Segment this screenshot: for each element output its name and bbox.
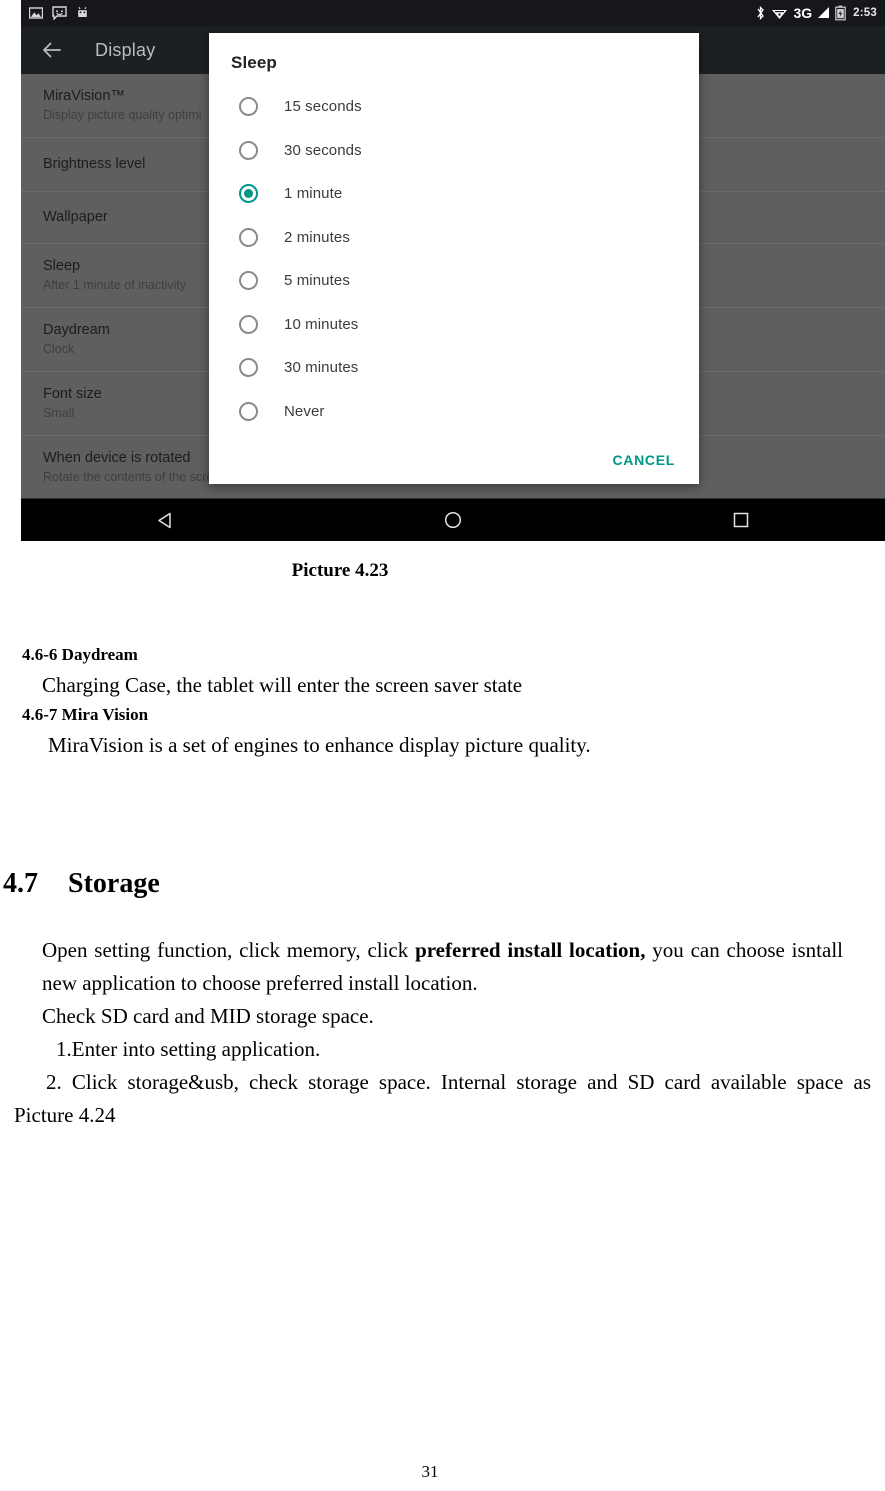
radio-button-icon[interactable] [239, 140, 258, 160]
image-icon [29, 7, 43, 19]
paragraph-storage-step-1: 1.Enter into setting application. [56, 1037, 321, 1061]
battery-icon [835, 5, 846, 21]
paragraph-mira-vision: MiraVision is a set of engines to enhanc… [48, 733, 591, 757]
android-robot-icon [78, 6, 87, 17]
paragraph-storage-bold-term: preferred install location, [415, 938, 646, 962]
status-bar-clock: 2:53 [853, 7, 877, 19]
radio-button-icon[interactable] [239, 314, 258, 334]
status-bar-notification-icons [29, 6, 89, 20]
radio-button-icon[interactable] [239, 358, 258, 378]
status-bar-system-icons: 3G 2:53 [755, 5, 877, 21]
nav-back-button[interactable] [148, 505, 182, 535]
radio-option-label: 30 minutes [284, 359, 359, 377]
navigation-bar [21, 498, 885, 541]
radio-option-30-minutes[interactable]: 30 minutes [231, 346, 677, 390]
radio-option-2-minutes[interactable]: 2 minutes [231, 216, 677, 260]
paragraph-storage-intro: Open setting function, click memory, cli… [42, 934, 843, 1000]
heading-storage-number: 4.7 [3, 868, 38, 899]
sleep-dialog: Sleep 15 seconds 30 seconds 1 minute 2 m… [209, 33, 699, 484]
radio-option-30-seconds[interactable]: 30 seconds [231, 129, 677, 173]
paragraph-storage-check: Check SD card and MID storage space. [42, 1004, 374, 1028]
nav-recents-square-icon [733, 512, 749, 528]
figure-caption: Picture 4.23 [291, 560, 389, 581]
radio-option-label: 15 seconds [284, 98, 362, 116]
message-icon [52, 6, 67, 20]
radio-option-label: 5 minutes [284, 272, 350, 290]
nav-back-triangle-icon [158, 512, 171, 528]
radio-button-icon[interactable] [239, 97, 258, 117]
heading-daydream: 4.6-6 Daydream [22, 645, 138, 664]
heading-mira-vision: 4.6-7 Mira Vision [22, 705, 149, 724]
bluetooth-icon [757, 5, 765, 21]
radio-option-1-minute[interactable]: 1 minute [231, 172, 677, 216]
wifi-icon [772, 10, 788, 19]
android-screenshot-figure: 3G 2:53 Display MiraVision™ Display pict… [21, 0, 885, 541]
radio-option-never[interactable]: Never [231, 390, 677, 434]
radio-option-label: Never [284, 402, 325, 420]
radio-option-label: 30 seconds [284, 141, 362, 159]
network-type-label: 3G [793, 5, 813, 21]
nav-home-circle-icon [444, 511, 462, 529]
radio-option-15-seconds[interactable]: 15 seconds [231, 85, 677, 129]
radio-option-label: 2 minutes [284, 228, 350, 246]
paragraph-daydream: Charging Case, the tablet will enter the… [42, 673, 523, 697]
nav-home-button[interactable] [436, 505, 470, 535]
signal-bars-icon [818, 7, 830, 18]
paragraph-storage-intro-part1: Open setting function, click memory, cli… [42, 938, 416, 962]
radio-button-icon[interactable] [239, 227, 258, 247]
radio-option-10-minutes[interactable]: 10 minutes [231, 303, 677, 347]
document-body: 4.6-6 Daydream Charging Case, the tablet… [0, 640, 885, 1132]
radio-button-selected-icon[interactable] [239, 184, 258, 204]
paragraph-storage-step-2: 2. Click storage&usb, check storage spac… [14, 1070, 871, 1127]
radio-option-label: 1 minute [284, 185, 343, 203]
radio-option-5-minutes[interactable]: 5 minutes [231, 259, 677, 303]
radio-button-icon[interactable] [239, 271, 258, 291]
page-number: 31 [421, 1462, 439, 1481]
dialog-title: Sleep [231, 53, 277, 72]
nav-recents-button[interactable] [724, 505, 758, 535]
back-arrow-icon[interactable] [39, 37, 65, 63]
radio-button-icon[interactable] [239, 401, 258, 421]
radio-option-label: 10 minutes [284, 315, 359, 333]
dialog-actions: CANCEL [610, 448, 677, 472]
heading-storage: 4.7 Storage [3, 864, 885, 904]
page-title: Display [95, 39, 156, 60]
status-bar: 3G 2:53 [21, 0, 885, 26]
cancel-button[interactable]: CANCEL [610, 448, 677, 472]
heading-storage-title: Storage [68, 868, 160, 899]
